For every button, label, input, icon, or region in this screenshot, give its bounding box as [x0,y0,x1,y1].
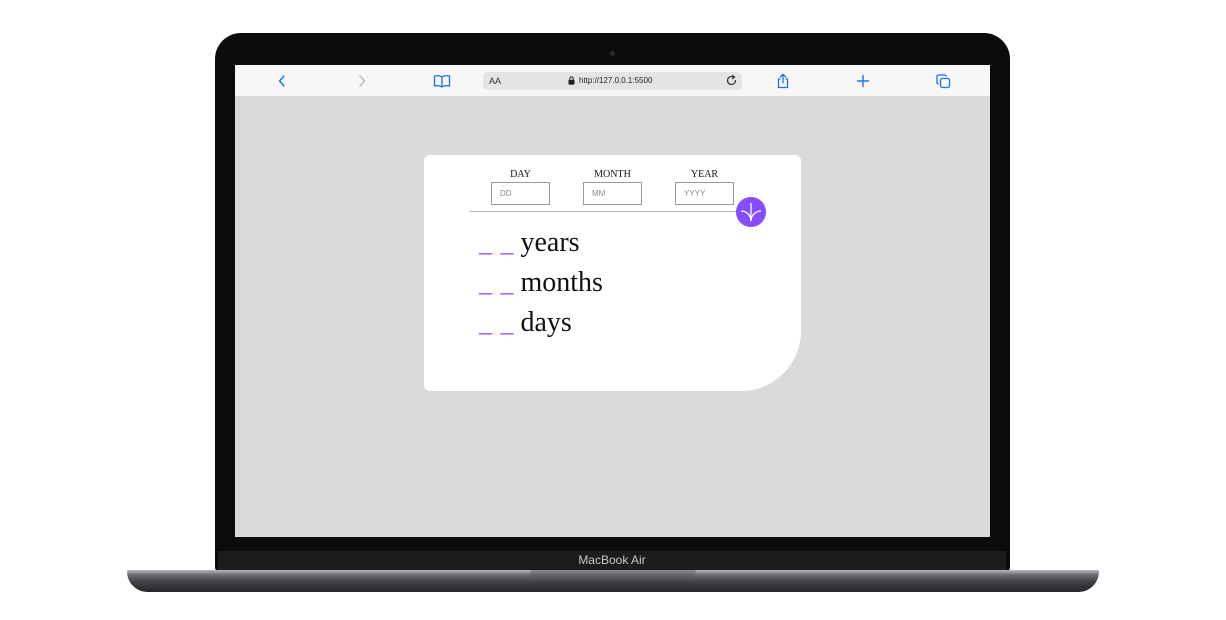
url-text[interactable]: http://127.0.0.1:5500 [579,75,652,87]
months-value: _ _ [479,268,515,297]
lock-icon [568,76,575,85]
calculate-button[interactable] [736,197,766,227]
chevron-left-icon [278,75,285,87]
tabs-overview-button[interactable] [933,72,953,90]
share-button[interactable] [773,72,793,90]
laptop-notch [530,570,696,577]
days-value: _ _ [479,308,515,337]
result-days: _ _ days [479,303,603,343]
plus-icon [856,74,870,88]
year-label: YEAR [690,169,719,180]
month-field: MONTH [583,169,642,205]
year-input[interactable] [675,182,734,205]
browser-toolbar: AA http://127.0.0.1:5500 [235,65,990,96]
camera-icon [610,51,615,56]
month-label: MONTH [594,169,631,180]
laptop-hinge: MacBook Air [218,551,1006,570]
forward-button[interactable] [352,72,372,90]
day-label: DAY [510,169,531,180]
bookmarks-button[interactable] [432,72,452,90]
share-icon [777,73,789,89]
text-size-button[interactable]: AA [489,75,501,87]
results: _ _ years _ _ months _ _ days [479,223,603,343]
years-value: _ _ [479,228,515,257]
year-field: YEAR [675,169,734,205]
months-unit: months [520,267,603,298]
age-calculator-card: DAY MONTH YEAR _ _years _ _months _ _day… [424,155,801,391]
reload-icon[interactable] [725,74,738,87]
tabs-icon [935,73,950,88]
chevron-right-icon [359,75,366,87]
brand-label: MacBook Air [578,553,646,567]
days-unit: days [520,307,572,338]
address-bar[interactable]: AA http://127.0.0.1:5500 [483,72,742,90]
back-button[interactable] [272,72,292,90]
month-input[interactable] [583,182,642,205]
book-icon [433,75,451,88]
result-months: _ _ months [479,263,603,303]
arrow-down-icon [740,203,762,222]
day-input[interactable] [491,182,550,205]
day-field: DAY [491,169,550,205]
result-years: _ _ years [479,223,603,263]
laptop-screen: AA http://127.0.0.1:5500 DAY MONTH YEAR [235,65,990,537]
years-unit: years [520,227,580,258]
new-tab-button[interactable] [853,72,873,90]
form-divider [469,211,745,212]
